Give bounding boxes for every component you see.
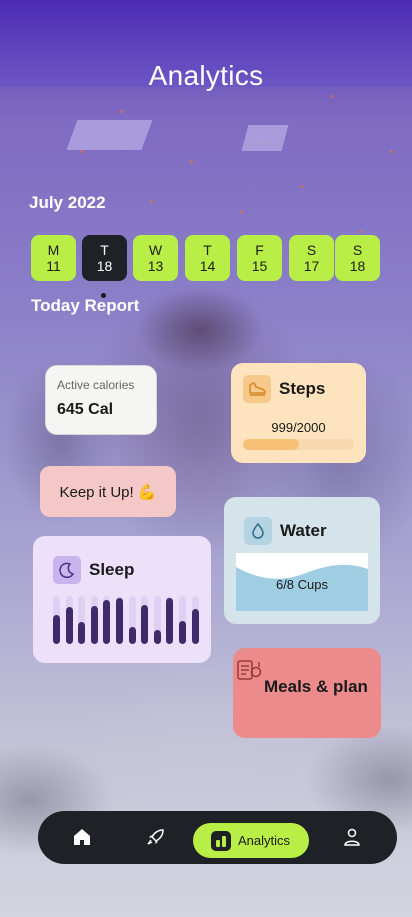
water-drop-icon <box>244 517 272 545</box>
bottom-navigation: Analytics <box>38 811 397 864</box>
sleep-bar <box>78 622 86 644</box>
sleep-bar <box>166 598 174 644</box>
sleep-bar <box>179 621 186 644</box>
water-card[interactable]: Water 6/8 Cups <box>224 497 380 624</box>
calories-value: 645 Cal <box>57 401 114 418</box>
sleep-chart <box>53 596 199 644</box>
rocket-icon <box>147 829 164 845</box>
sleep-bar <box>191 609 199 644</box>
day-sat[interactable]: S 17 <box>289 235 334 281</box>
nav-profile[interactable] <box>338 823 366 851</box>
day-letter: W <box>148 242 163 258</box>
day-date: 18 <box>349 258 366 274</box>
sleep-card[interactable]: Sleep <box>33 536 211 663</box>
day-letter: F <box>255 242 264 258</box>
sleep-bar <box>65 607 73 644</box>
day-date: 14 <box>199 258 216 274</box>
day-date: 17 <box>303 258 320 274</box>
month-label: July 2022 <box>29 193 106 212</box>
meal-plan-icon <box>237 660 262 680</box>
week-selector: M 11 T 18 W 13 T 14 F 15 S 17 S 18 <box>31 235 381 281</box>
home-icon <box>74 829 90 845</box>
bar-chart-icon <box>211 830 231 851</box>
day-wed[interactable]: W 13 <box>133 235 178 281</box>
today-report-heading: Today Report <box>31 296 140 315</box>
sleep-bar <box>90 606 98 644</box>
day-letter: T <box>203 242 212 258</box>
day-mon[interactable]: M 11 <box>31 235 76 281</box>
deco-shape <box>241 125 289 151</box>
moon-icon <box>53 556 81 584</box>
sleep-bar <box>141 605 149 644</box>
user-icon <box>344 828 360 846</box>
day-letter: S <box>306 242 317 258</box>
day-date: 15 <box>251 258 268 274</box>
meals-plan-card[interactable]: Meals & plan <box>233 648 381 738</box>
steps-progress-fill <box>243 439 299 450</box>
shoe-icon <box>243 375 271 403</box>
page-title: Analytics <box>148 60 264 91</box>
steps-count: 999/2000 <box>271 420 326 435</box>
deco-shape <box>66 120 153 150</box>
day-date: 13 <box>147 258 164 274</box>
sleep-bar <box>103 600 111 644</box>
calories-label: Active calories <box>57 378 135 392</box>
day-letter: M <box>47 242 60 258</box>
steps-progress-bar <box>243 439 354 450</box>
day-thu[interactable]: T 14 <box>185 235 230 281</box>
sleep-bar <box>116 598 123 644</box>
nav-workouts[interactable] <box>142 823 170 851</box>
day-tue-selected[interactable]: T 18 <box>82 235 127 281</box>
day-letter: S <box>352 242 363 258</box>
nav-home[interactable] <box>68 823 96 851</box>
steps-card[interactable]: Steps 999/2000 <box>231 363 366 463</box>
active-calories-card[interactable]: Active calories 645 Cal <box>45 365 157 435</box>
day-sun[interactable]: S 18 <box>335 235 380 281</box>
meals-title: Meals & plan <box>264 677 368 696</box>
steps-title: Steps <box>279 379 326 398</box>
sleep-bar <box>128 627 136 644</box>
day-fri[interactable]: F 15 <box>237 235 282 281</box>
nav-analytics-label: Analytics <box>238 833 291 848</box>
sleep-bar <box>153 630 161 644</box>
day-date: 11 <box>46 258 61 274</box>
day-letter: T <box>100 242 109 258</box>
day-date: 18 <box>96 258 113 274</box>
sleep-title: Sleep <box>89 560 135 579</box>
nav-analytics-active[interactable]: Analytics <box>193 823 309 858</box>
water-cups: 6/8 Cups <box>275 577 329 592</box>
sleep-bar <box>53 615 60 644</box>
motivation-badge: Keep it Up! 💪 <box>40 466 176 517</box>
water-title: Water <box>280 521 327 540</box>
